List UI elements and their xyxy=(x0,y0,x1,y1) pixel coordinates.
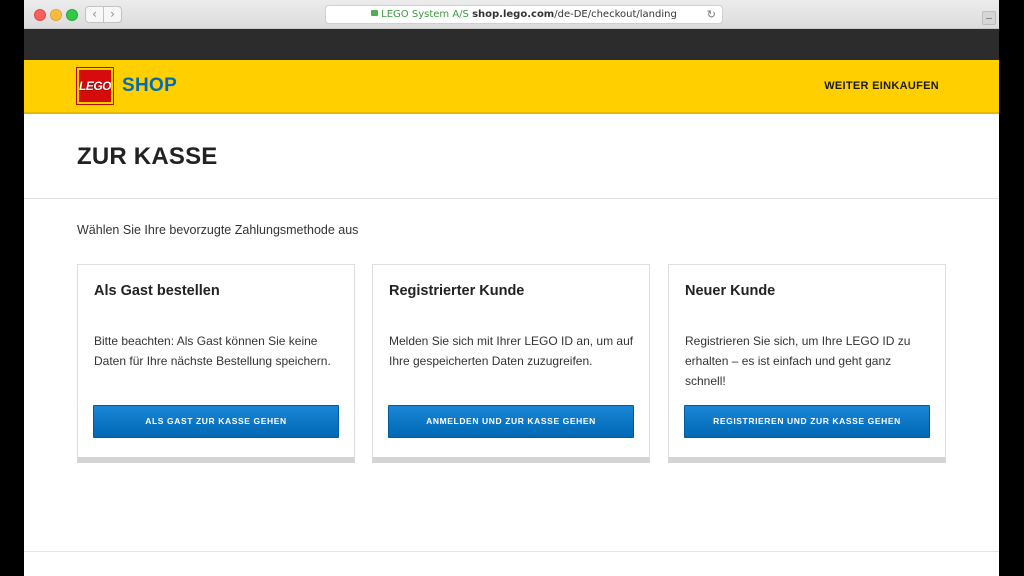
card-title: Neuer Kunde xyxy=(685,283,776,299)
page-title: ZUR KASSE xyxy=(77,143,218,170)
maximize-window-button[interactable] xyxy=(66,9,78,21)
history-nav: ‹ › xyxy=(85,6,122,23)
sidebar-toggle-button[interactable] xyxy=(982,11,996,25)
reload-icon[interactable]: ↻ xyxy=(707,6,716,23)
card-description: Bitte beachten: Als Gast können Sie kein… xyxy=(94,334,331,368)
login-checkout-button[interactable]: ANMELDEN UND ZUR KASSE GEHEN xyxy=(388,405,634,438)
minimize-window-button[interactable] xyxy=(50,9,62,21)
certificate-owner: LEGO System A/S xyxy=(381,9,469,20)
url-path: /de-DE/checkout/landing xyxy=(554,9,677,20)
site-header: LEGO SHOP WEITER EINKAUFEN xyxy=(24,60,999,114)
new-customer-card: Neuer Kunde Registrieren Sie sich, um Ih… xyxy=(668,264,946,463)
lego-logo[interactable]: LEGO xyxy=(76,67,114,105)
footer-divider xyxy=(24,551,999,552)
card-title: Als Gast bestellen xyxy=(94,283,220,299)
close-window-button[interactable] xyxy=(34,9,46,21)
page-title-section: ZUR KASSE xyxy=(24,114,999,199)
guest-checkout-card: Als Gast bestellen Bitte beachten: Als G… xyxy=(77,264,355,463)
browser-window: ‹ › LEGO System A/S shop.lego.com/de-DE/… xyxy=(24,0,999,576)
top-bar xyxy=(24,29,999,60)
registered-customer-card: Registrierter Kunde Melden Sie sich mit … xyxy=(372,264,650,463)
back-icon[interactable]: ‹ xyxy=(86,7,103,22)
continue-shopping-link[interactable]: WEITER EINKAUFEN xyxy=(824,80,939,92)
payment-instruction: Wählen Sie Ihre bevorzugte Zahlungsmetho… xyxy=(77,223,359,237)
shop-label[interactable]: SHOP xyxy=(122,75,177,97)
register-checkout-button[interactable]: REGISTRIEREN UND ZUR KASSE GEHEN xyxy=(684,405,930,438)
logo-text: LEGO xyxy=(79,79,112,93)
card-title: Registrierter Kunde xyxy=(389,283,525,299)
browser-titlebar: ‹ › LEGO System A/S shop.lego.com/de-DE/… xyxy=(24,0,999,29)
address-bar[interactable]: LEGO System A/S shop.lego.com/de-DE/chec… xyxy=(325,5,723,24)
url-domain: shop.lego.com xyxy=(472,9,555,20)
guest-checkout-button[interactable]: ALS GAST ZUR KASSE GEHEN xyxy=(93,405,339,438)
forward-icon[interactable]: › xyxy=(103,7,121,22)
lock-icon xyxy=(371,10,379,16)
card-description: Registrieren Sie sich, um Ihre LEGO ID z… xyxy=(685,334,911,388)
card-description: Melden Sie sich mit Ihrer LEGO ID an, um… xyxy=(389,334,634,368)
